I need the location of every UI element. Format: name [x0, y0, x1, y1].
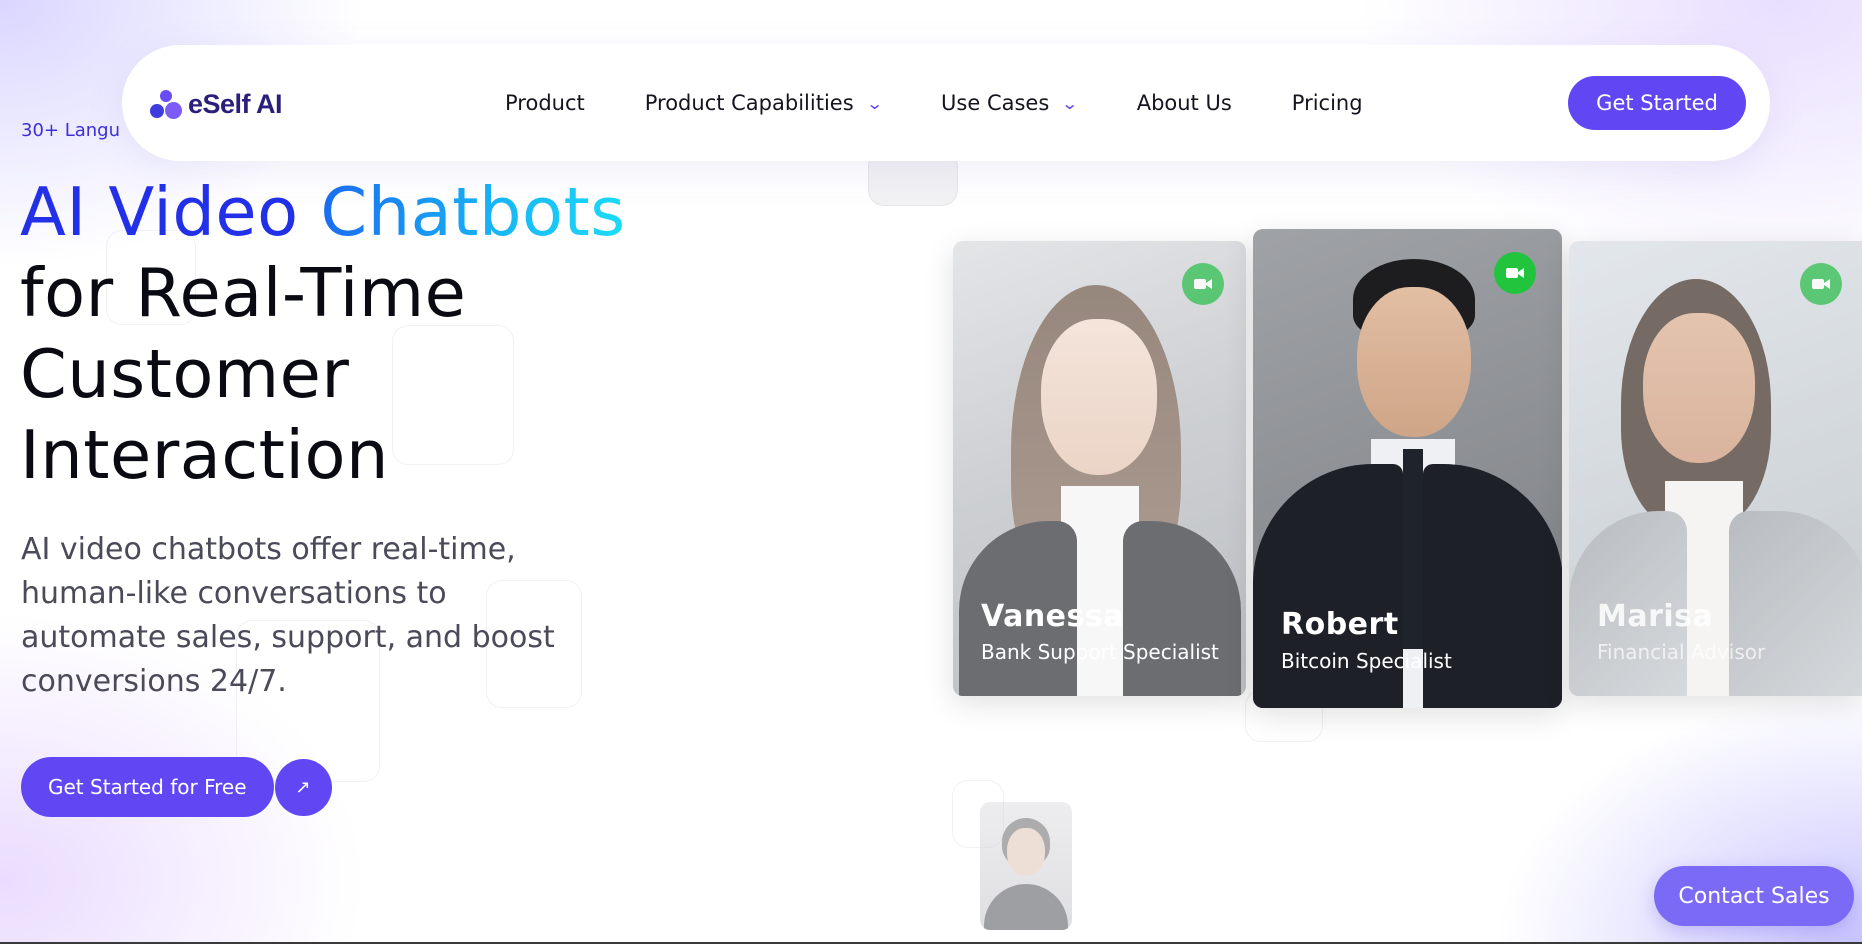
- video-camera-icon[interactable]: [1800, 263, 1842, 305]
- hero-description: AI video chatbots offer real-time, human…: [21, 532, 555, 699]
- eself-logo-icon: [150, 89, 182, 120]
- chevron-down-icon: ⌄: [865, 93, 884, 113]
- languages-badge: 30+ Langu: [21, 120, 121, 141]
- hero-title-ai-video: AI Video: [20, 173, 299, 251]
- hero-title: AI Video Chatbots for Real-Time Customer…: [20, 172, 820, 496]
- avatar-name: Vanessa: [981, 599, 1124, 634]
- get-started-button[interactable]: Get Started: [1568, 76, 1746, 130]
- avatar-card-robert[interactable]: Robert Bitcoin Specialist: [1253, 229, 1562, 708]
- faded-avatar-thumbnail: [980, 802, 1072, 930]
- nav-item-use-cases[interactable]: Use Cases ⌄: [941, 91, 1079, 115]
- video-camera-icon[interactable]: [1494, 252, 1536, 294]
- hero-title-line3: Customer: [20, 335, 350, 413]
- hero-cta-group: Get Started for Free ↗: [21, 757, 332, 817]
- hero-title-line2: for Real-Time: [20, 254, 467, 332]
- nav-item-pricing[interactable]: Pricing: [1292, 91, 1363, 115]
- nav-item-product-capabilities[interactable]: Product Capabilities ⌄: [645, 91, 884, 115]
- nav-item-product[interactable]: Product: [505, 91, 585, 115]
- avatar-name: Robert: [1281, 607, 1399, 642]
- avatar-role: Bank Support Specialist: [981, 640, 1219, 664]
- nav-item-about-us[interactable]: About Us: [1137, 91, 1232, 115]
- video-camera-icon[interactable]: [1182, 263, 1224, 305]
- avatar-role: Financial Advisor: [1597, 640, 1766, 664]
- avatar-name: Marisa: [1597, 599, 1714, 634]
- main-menu: Product Product Capabilities ⌄ Use Cases…: [505, 45, 1423, 161]
- avatar-card-marisa[interactable]: Marisa Financial Advisor: [1569, 241, 1862, 696]
- brand-name: eSelf AI: [188, 89, 283, 119]
- hero-title-line4: Interaction: [20, 416, 389, 494]
- get-started-free-button[interactable]: Get Started for Free: [21, 757, 274, 817]
- hero-title-chatbots: Chatbots: [320, 173, 626, 251]
- chevron-down-icon: ⌄: [1061, 93, 1079, 113]
- avatar-role: Bitcoin Specialist: [1281, 649, 1452, 673]
- top-navigation-bar: eSelf AI Product Product Capabilities ⌄ …: [122, 45, 1770, 161]
- contact-sales-button[interactable]: Contact Sales: [1654, 866, 1854, 926]
- brand-logo[interactable]: eSelf AI: [150, 89, 283, 120]
- avatar-card-vanessa[interactable]: Vanessa Bank Support Specialist: [953, 241, 1246, 696]
- arrow-up-right-icon[interactable]: ↗: [274, 758, 332, 816]
